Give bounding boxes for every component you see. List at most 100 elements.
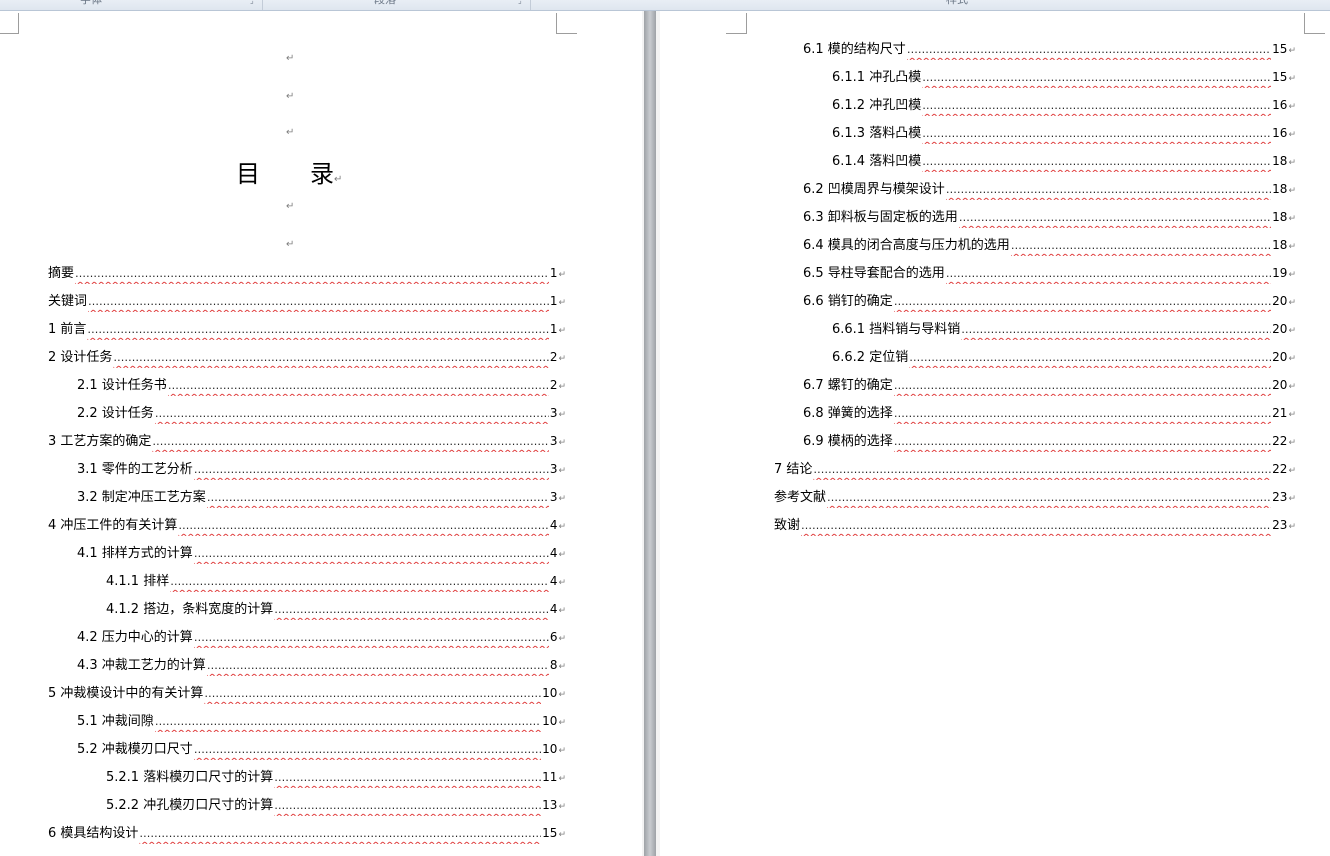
toc-entry[interactable]: 6.6.1 挡料销与导料销………………………………………………………………………… <box>832 319 1296 339</box>
toc-dot-leader: …………………………………………………………………………………………………………… <box>274 603 549 616</box>
toc-entry[interactable]: 4.2 压力中心的计算……………………………………………………………………………… <box>77 627 566 647</box>
toc-entry-label: 1 前言 <box>48 322 87 337</box>
toc-dot-leader: …………………………………………………………………………………………………………… <box>152 435 549 448</box>
toc-entry[interactable]: 6.1.2 冲孔凹模………………………………………………………………………………… <box>832 95 1296 115</box>
toc-entry[interactable]: 6.5 导柱导套配合的选用………………………………………………………………………… <box>803 263 1296 283</box>
toc-entry[interactable]: 5 冲裁模设计中的有关计算………………………………………………………………………… <box>48 683 566 703</box>
toc-entry-page-number: 4 <box>549 602 558 616</box>
toc-entry[interactable]: 6.3 卸料板与固定板的选用……………………………………………………………………… <box>803 207 1296 227</box>
toc-entry-label: 参考文献 <box>774 490 827 505</box>
toc-entry-page-number: 3 <box>549 406 558 420</box>
toc-entry[interactable]: 4.1 排样方式的计算……………………………………………………………………………… <box>77 543 566 563</box>
toc-entry[interactable]: 摘要……………………………………………………………………………………………………… <box>48 263 566 283</box>
paragraph-mark-icon: ↵ <box>558 494 566 504</box>
page-gutter <box>642 11 660 856</box>
toc-entry[interactable]: 5.2.2 冲孔模刃口尺寸的计算………………………………………………………………… <box>106 795 566 815</box>
ribbon-separator <box>262 0 263 10</box>
toc-entry[interactable]: 6.1.3 落料凸模………………………………………………………………………………… <box>832 123 1296 143</box>
paragraph-mark-icon: ↵ <box>558 634 566 644</box>
paragraph-mark-icon: ↵ <box>558 438 566 448</box>
paragraph-mark-icon: ↵ <box>558 298 566 308</box>
toc-entry[interactable]: 3 工艺方案的确定…………………………………………………………………………………… <box>48 431 566 451</box>
toc-entry-label: 6.6.1 挡料销与导料销 <box>832 322 961 337</box>
toc-dot-leader: …………………………………………………………………………………………………………… <box>193 743 541 756</box>
toc-dot-leader: …………………………………………………………………………………………………………… <box>945 267 1271 280</box>
toc-entry[interactable]: 5.2.1 落料模刃口尺寸的计算………………………………………………………………… <box>106 767 566 787</box>
toc-entry[interactable]: 2.1 设计任务书…………………………………………………………………………………… <box>77 375 566 395</box>
toc-entry[interactable]: 6.1.1 冲孔凸模………………………………………………………………………………… <box>832 67 1296 87</box>
toc-entry[interactable]: 3.2 制定冲压工艺方案…………………………………………………………………………… <box>77 487 566 507</box>
toc-entry-page-number: 4 <box>549 574 558 588</box>
paragraph-mark-icon: ↵ <box>1288 242 1296 252</box>
toc-entry[interactable]: 致谢……………………………………………………………………………………………………… <box>774 515 1296 535</box>
toc-entry[interactable]: 5.2 冲裁模刃口尺寸……………………………………………………………………………… <box>77 739 566 759</box>
toc-dot-leader: …………………………………………………………………………………………………………… <box>893 379 1271 392</box>
toc-entry-page-number: 1 <box>549 294 558 308</box>
toc-entry-page-number: 16 <box>1272 98 1288 112</box>
toc-entry[interactable]: 6.4 模具的闭合高度与压力机的选用…………………………………………………………… <box>803 235 1296 255</box>
toc-entry-page-number: 4 <box>549 518 558 532</box>
toc-entry[interactable]: 4.1.1 排样……………………………………………………………………………………… <box>106 571 566 591</box>
toc-entry-page-number: 22 <box>1272 462 1288 476</box>
toc-entry-page-number: 18 <box>1272 182 1288 196</box>
toc-entry[interactable]: 6.8 弹簧的选择…………………………………………………………………………………… <box>803 403 1296 423</box>
toc-entry[interactable]: 2.2 设计任务……………………………………………………………………………………… <box>77 403 566 423</box>
paragraph-mark-icon: ↵ <box>1288 466 1296 476</box>
toc-dot-leader: …………………………………………………………………………………………………………… <box>893 407 1271 420</box>
paragraph-mark-icon: ↵ <box>1288 186 1296 196</box>
toc-entry[interactable]: 6 模具结构设计……………………………………………………………………………………… <box>48 823 566 843</box>
paragraph-mark-icon: ↵ <box>558 382 566 392</box>
toc-entry[interactable]: 6.2 凹模周界与模架设计………………………………………………………………………… <box>803 179 1296 199</box>
toc-entry[interactable]: 4.3 冲裁工艺力的计算…………………………………………………………………………… <box>77 655 566 675</box>
toc-entry[interactable]: 6.6.2 定位销…………………………………………………………………………………… <box>832 347 1296 367</box>
toc-entry-page-number: 8 <box>549 658 558 672</box>
toc-dot-leader: …………………………………………………………………………………………………………… <box>206 659 549 672</box>
toc-entry-label: 4.1 排样方式的计算 <box>77 546 193 561</box>
toc-entry[interactable]: 7 结论………………………………………………………………………………………………… <box>774 459 1296 479</box>
toc-entry[interactable]: 3.1 零件的工艺分析……………………………………………………………………………… <box>77 459 566 479</box>
toc-dot-leader: …………………………………………………………………………………………………………… <box>961 323 1271 336</box>
toc-entry-page-number: 2 <box>549 350 558 364</box>
toc-dot-leader: …………………………………………………………………………………………………………… <box>909 351 1272 364</box>
paragraph-mark-icon: ↵ <box>286 91 295 102</box>
toc-entry[interactable]: 6.7 螺钉的确定…………………………………………………………………………………… <box>803 375 1296 395</box>
toc-entry-label: 2.2 设计任务 <box>77 406 154 421</box>
toc-entry[interactable]: 2 设计任务…………………………………………………………………………………………… <box>48 347 566 367</box>
paragraph-mark-icon: ↵ <box>558 746 566 756</box>
toc-entry-page-number: 10 <box>542 714 558 728</box>
toc-entry-page-number: 20 <box>1272 378 1288 392</box>
paragraph-mark-icon: ↵ <box>286 127 295 138</box>
paragraph-mark-icon: ↵ <box>1288 354 1296 364</box>
toc-entry-page-number: 15 <box>542 826 558 840</box>
toc-entry[interactable]: 6.1 模的结构尺寸………………………………………………………………………………… <box>803 39 1296 59</box>
toc-dot-leader: …………………………………………………………………………………………………………… <box>827 491 1272 504</box>
toc-entry[interactable]: 5.1 冲裁间隙……………………………………………………………………………………… <box>77 711 566 731</box>
toc-entry-label: 6.1.2 冲孔凹模 <box>832 98 922 113</box>
toc-entry[interactable]: 4 冲压工件的有关计算……………………………………………………………………………… <box>48 515 566 535</box>
toc-heading-char-1: 目 <box>236 160 260 188</box>
toc-entry[interactable]: 关键词…………………………………………………………………………………………………… <box>48 291 566 311</box>
toc-entry-label: 4.1.1 排样 <box>106 574 170 589</box>
toc-entry-label: 6.8 弹簧的选择 <box>803 406 893 421</box>
toc-entry-label: 6.3 卸料板与固定板的选用 <box>803 210 958 225</box>
toc-dot-leader: …………………………………………………………………………………………………………… <box>922 99 1271 112</box>
paragraph-dialog-launcher-icon[interactable]: ⌟ <box>518 0 522 5</box>
paragraph-mark-icon: ↵ <box>558 690 566 700</box>
toc-entry[interactable]: 4.1.2 搭边，条料宽度的计算………………………………………………………………… <box>106 599 566 619</box>
font-dialog-launcher-icon[interactable]: ⌟ <box>250 0 254 5</box>
toc-dot-leader: …………………………………………………………………………………………………………… <box>167 379 549 392</box>
toc-dot-leader: …………………………………………………………………………………………………………… <box>193 463 549 476</box>
toc-entry-label: 6.9 模柄的选择 <box>803 434 893 449</box>
document-page-right[interactable]: 6.1 模的结构尺寸………………………………………………………………………………… <box>660 11 1330 856</box>
ribbon-group-paragraph: 段落 <box>374 0 396 7</box>
ribbon-separator <box>530 0 531 10</box>
toc-entry[interactable]: 6.1.4 落料凹模………………………………………………………………………………… <box>832 151 1296 171</box>
toc-dot-leader: …………………………………………………………………………………………………………… <box>139 827 541 840</box>
document-page-left[interactable]: ↵ ↵ ↵ 目录↵ ↵ ↵ 摘要………………………………………………………………… <box>0 11 642 856</box>
toc-entry[interactable]: 参考文献………………………………………………………………………………………………… <box>774 487 1296 507</box>
toc-entry[interactable]: 6.6 销钉的确定…………………………………………………………………………………… <box>803 291 1296 311</box>
toc-entry[interactable]: 1 前言………………………………………………………………………………………………… <box>48 319 566 339</box>
paragraph-mark-icon: ↵ <box>334 174 343 185</box>
toc-entry-label: 4.3 冲裁工艺力的计算 <box>77 658 206 673</box>
toc-entry[interactable]: 6.9 模柄的选择…………………………………………………………………………………… <box>803 431 1296 451</box>
